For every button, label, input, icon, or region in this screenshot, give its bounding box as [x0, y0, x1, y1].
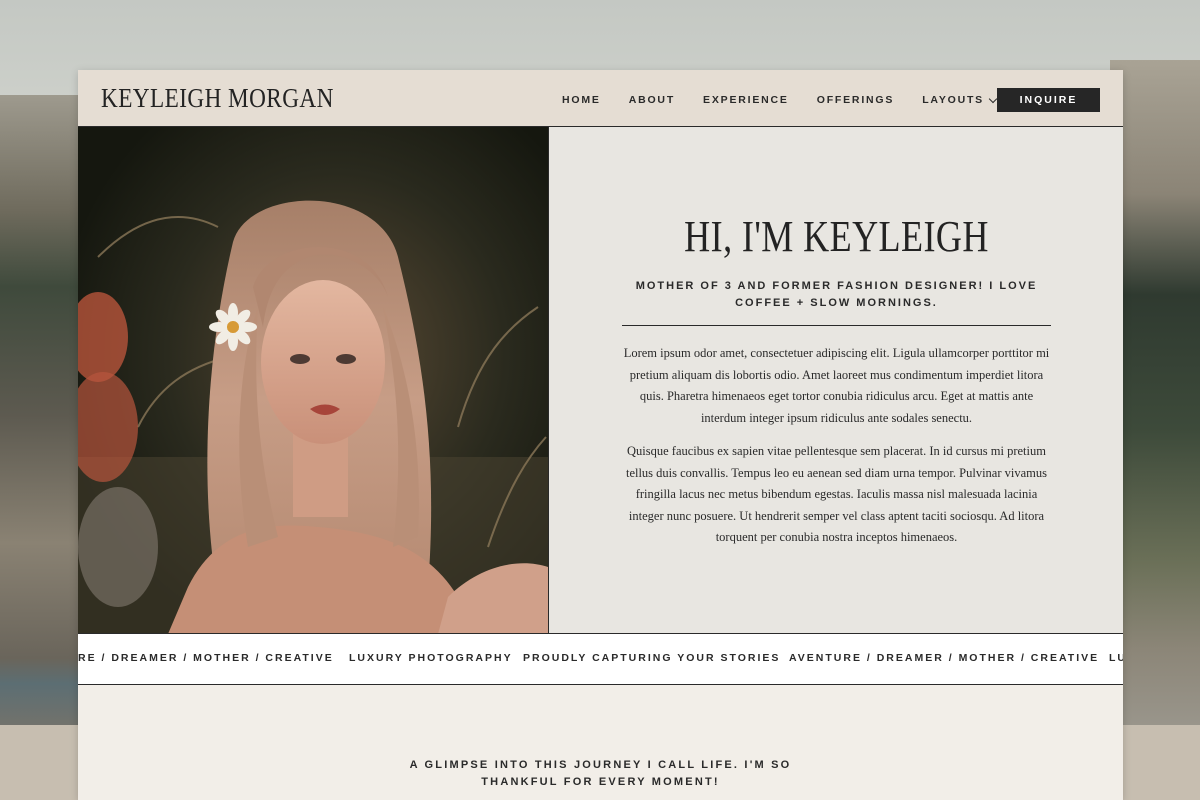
marquee-item: RE / DREAMER / MOTHER / CREATIVE [78, 652, 334, 664]
marquee-item: PROUDLY CAPTURING YOUR STORIES [523, 652, 781, 664]
marquee-item: LUXURY PHOTOGRAPHY [349, 652, 513, 664]
nav-offerings[interactable]: OFFERINGS [817, 94, 894, 106]
website-window: KEYLEIGH MORGAN HOME ABOUT EXPERIENCE OF… [78, 70, 1123, 800]
site-logo[interactable]: KEYLEIGH MORGAN [101, 83, 334, 114]
navbar: KEYLEIGH MORGAN HOME ABOUT EXPERIENCE OF… [78, 70, 1123, 127]
chevron-down-icon [988, 94, 998, 103]
nav-links: HOME ABOUT EXPERIENCE OFFERINGS LAYOUTS [562, 94, 1024, 106]
marquee-item: AVENTURE / DREAMER / MOTHER / CREATIVE [789, 652, 1100, 664]
nav-layouts-dropdown[interactable]: LAYOUTS [922, 94, 998, 106]
journey-tagline: A GLIMPSE INTO THIS JOURNEY I CALL LIFE.… [409, 759, 792, 788]
background-mountain-right [1110, 60, 1200, 730]
nav-home[interactable]: HOME [562, 94, 601, 106]
hero-portrait-photo [78, 127, 548, 634]
scrolling-marquee: RE / DREAMER / MOTHER / CREATIVE LUXURY … [78, 633, 1123, 685]
hero-intro-panel: HI, I'M KEYLEIGH MOTHER OF 3 AND FORMER … [548, 127, 1123, 634]
inquire-button[interactable]: INQUIRE [997, 88, 1100, 112]
journey-section: A GLIMPSE INTO THIS JOURNEY I CALL LIFE.… [78, 685, 1123, 800]
hero-subtitle: MOTHER OF 3 AND FORMER FASHION DESIGNER!… [635, 280, 1038, 309]
portrait-illustration [78, 127, 548, 634]
bio-paragraph-1: Lorem ipsum odor amet, consectetuer adip… [623, 346, 1050, 425]
divider-line [622, 325, 1051, 326]
bio-paragraph-2: Quisque faucibus ex sapien vitae pellent… [625, 444, 1048, 544]
nav-about[interactable]: ABOUT [629, 94, 675, 106]
marquee-item: LU [1109, 652, 1123, 664]
nav-layouts-label: LAYOUTS [922, 94, 984, 106]
background-mountain-left [0, 95, 90, 735]
hero-title: HI, I'M KEYLEIGH [684, 212, 989, 261]
nav-experience[interactable]: EXPERIENCE [703, 94, 789, 106]
